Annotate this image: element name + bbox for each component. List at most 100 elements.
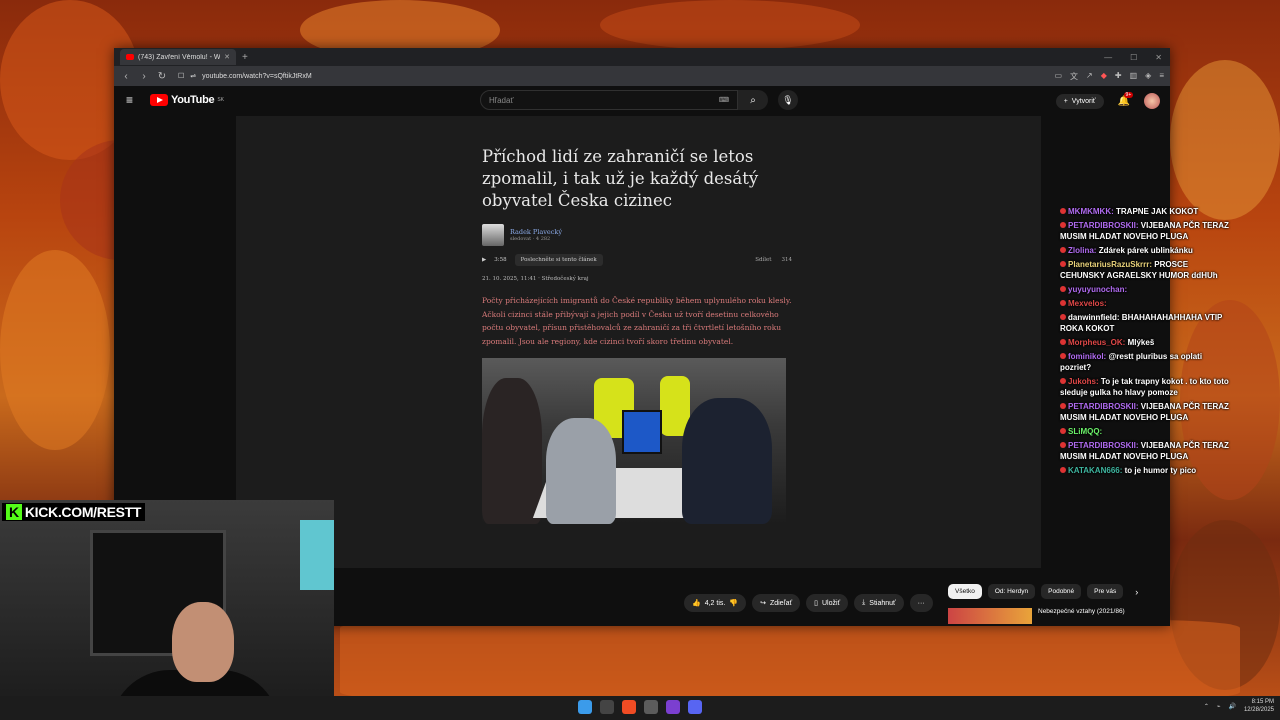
menu-icon[interactable]: ≡	[1159, 71, 1164, 82]
chip-similar[interactable]: Podobné	[1041, 584, 1082, 599]
kick-logo-icon: K	[6, 504, 22, 520]
notification-badge: 9+	[1123, 91, 1134, 98]
like-button[interactable]: 👍 4,2 tis. 👎	[684, 594, 747, 612]
search-button[interactable]: ⌕	[738, 90, 768, 110]
youtube-play-icon	[150, 94, 168, 106]
sidebar-icon[interactable]: ▥	[1130, 71, 1138, 82]
window-controls: — ☐ ✕	[1104, 53, 1170, 62]
download-button[interactable]: ⤓ Stiahnuť	[854, 594, 904, 612]
recommended-video[interactable]: Nebezpečné vztahy (2021/86)	[948, 608, 1125, 624]
thumbs-down-icon[interactable]: 👎	[729, 599, 738, 607]
twitch-icon[interactable]	[666, 700, 680, 714]
date-line: 21. 10. 2025, 11:41 · Středočeský kraj	[482, 276, 589, 282]
chat-message: Mexvelos:	[1060, 298, 1235, 309]
author-name: Radek Plavecký	[510, 228, 563, 236]
recommended-title[interactable]: Nebezpečné vztahy (2021/86)	[1038, 608, 1125, 624]
badge-icon	[1060, 339, 1066, 345]
volume-icon[interactable]: 🔊	[1228, 703, 1235, 710]
clock-date: 12/28/2025	[1243, 707, 1274, 713]
discord-icon[interactable]	[688, 700, 702, 714]
chevron-right-icon[interactable]: ›	[1135, 584, 1138, 599]
chrome-icon[interactable]	[644, 700, 658, 714]
search-placeholder: Hľadať	[489, 95, 514, 105]
kick-url: KICK.COM/RESTT	[24, 504, 142, 520]
chat-username: SLiMQQ:	[1068, 427, 1103, 436]
comment-count: 314	[781, 257, 793, 263]
chat-message: PlanetariusRazuSkrrr: PROSCE CEHUNSKY AG…	[1060, 259, 1235, 281]
streamer-webcam	[0, 500, 334, 720]
share-icon[interactable]: ↗	[1086, 71, 1093, 82]
chat-text: TRAPNE JAK KOKOT	[1116, 207, 1199, 216]
clock[interactable]: 8:15 PM 12/28/2025	[1244, 698, 1274, 714]
chip-all[interactable]: Všetko	[948, 584, 982, 599]
tray-up-icon[interactable]: ⌃	[1204, 703, 1209, 710]
chat-username: PETARDIBROSKII:	[1068, 441, 1139, 450]
badge-icon	[1060, 314, 1066, 320]
new-tab-button[interactable]: +	[242, 52, 248, 63]
extension-icon[interactable]: ✚	[1115, 71, 1122, 82]
url-field[interactable]: ☐ ⇌ youtube.com/watch?v=sQftikJtRxM	[174, 69, 1048, 83]
translate-icon[interactable]: 文	[1070, 71, 1078, 82]
brave-icon[interactable]	[622, 700, 636, 714]
action-row: 👍 4,2 tis. 👎 ↪ Zdieľať ▯ Uložiť ⤓ Stiahn…	[684, 594, 933, 612]
chat-message: MKMKMKK: TRAPNE JAK KOKOT	[1060, 206, 1235, 217]
voice-search-button[interactable]: 🎙	[778, 90, 798, 110]
search-input[interactable]: Hľadať ⌨	[480, 90, 738, 110]
chat-text: Mlýkeš	[1127, 338, 1155, 347]
region-code: SK	[217, 97, 224, 103]
tab-title: (743) Zavření Věmolu! - Wolv	[138, 53, 221, 61]
badge-icon	[1060, 247, 1066, 253]
start-icon[interactable]	[578, 700, 592, 714]
stream-chat: MKMKMKK: TRAPNE JAK KOKOT PETARDIBROSKII:…	[1060, 206, 1235, 479]
chat-message: PETARDIBROSKII: VIJEBANA PČR TERAZ MUSIM…	[1060, 401, 1235, 423]
site-info-icon[interactable]: ⇌	[190, 72, 196, 80]
network-icon[interactable]: ⌁	[1217, 703, 1221, 710]
system-tray: ⌃ ⌁ 🔊 8:15 PM 12/28/2025	[1204, 698, 1274, 714]
minimize-icon[interactable]: —	[1104, 53, 1112, 62]
wallet-icon[interactable]: ◈	[1145, 71, 1151, 82]
microphone-icon: 🎙	[782, 94, 794, 105]
shield-icon[interactable]: ◆	[1101, 71, 1107, 82]
back-icon[interactable]: ‹	[120, 71, 132, 82]
badge-icon	[1060, 208, 1066, 214]
chat-username: Zlolina:	[1068, 246, 1097, 255]
maximize-icon[interactable]: ☐	[1130, 53, 1137, 62]
video-player[interactable]: Příchod lidí ze zahraničí se letos zpoma…	[236, 116, 1041, 568]
author-row: Radek Plavecký sledovat · 4 282	[482, 224, 792, 246]
share-arrow-icon: ↪	[760, 600, 766, 607]
chat-username: MKMKMKK:	[1068, 207, 1114, 216]
youtube-logo[interactable]: YouTube SK	[150, 94, 224, 106]
url-text: youtube.com/watch?v=sQftikJtRxM	[202, 72, 312, 80]
cast-icon[interactable]: ▭	[1054, 71, 1062, 82]
reload-icon[interactable]: ↻	[156, 71, 168, 82]
more-actions-button[interactable]: ···	[909, 594, 933, 612]
badge-icon	[1060, 353, 1066, 359]
task-view-icon[interactable]	[600, 700, 614, 714]
play-icon: ▶	[482, 257, 487, 263]
plus-icon: +	[1063, 97, 1068, 105]
youtube-favicon-icon	[126, 54, 134, 60]
close-window-icon[interactable]: ✕	[1155, 53, 1162, 62]
chip-for-you[interactable]: Pre vás	[1087, 584, 1124, 599]
avatar[interactable]	[1144, 93, 1160, 109]
hamburger-menu-icon[interactable]: ≡	[126, 93, 144, 107]
article-title: Příchod lidí ze zahraničí se letos zpoma…	[482, 147, 759, 210]
chip-from-channel[interactable]: Od: Herdyn	[987, 584, 1036, 599]
listen-time: 3:58	[494, 257, 507, 263]
article-photo	[482, 358, 786, 524]
keyboard-icon[interactable]: ⌨	[719, 96, 729, 104]
notifications-button[interactable]: 🔔 9+	[1118, 91, 1134, 107]
share-button[interactable]: ↪ Zdieľať	[752, 594, 801, 612]
forward-icon[interactable]: ›	[138, 71, 150, 82]
youtube-wordmark: YouTube	[171, 94, 215, 106]
chat-message: Jukohs: To je tak trapny kokot . to kto …	[1060, 376, 1235, 398]
article-perex: Počty přicházejících imigrantů do České …	[482, 296, 792, 346]
save-button[interactable]: ▯ Uložiť	[806, 594, 849, 612]
recommended-thumbnail[interactable]	[948, 608, 1032, 624]
create-button[interactable]: + Vytvoriť	[1055, 93, 1104, 109]
chat-username: PlanetariusRazuSkrrr:	[1068, 260, 1153, 269]
bookmark-icon[interactable]: ☐	[178, 72, 184, 80]
chat-username: PETARDIBROSKII:	[1068, 402, 1139, 411]
browser-tab[interactable]: (743) Zavření Věmolu! - Wolv ✕	[120, 49, 236, 65]
close-tab-icon[interactable]: ✕	[224, 53, 230, 61]
